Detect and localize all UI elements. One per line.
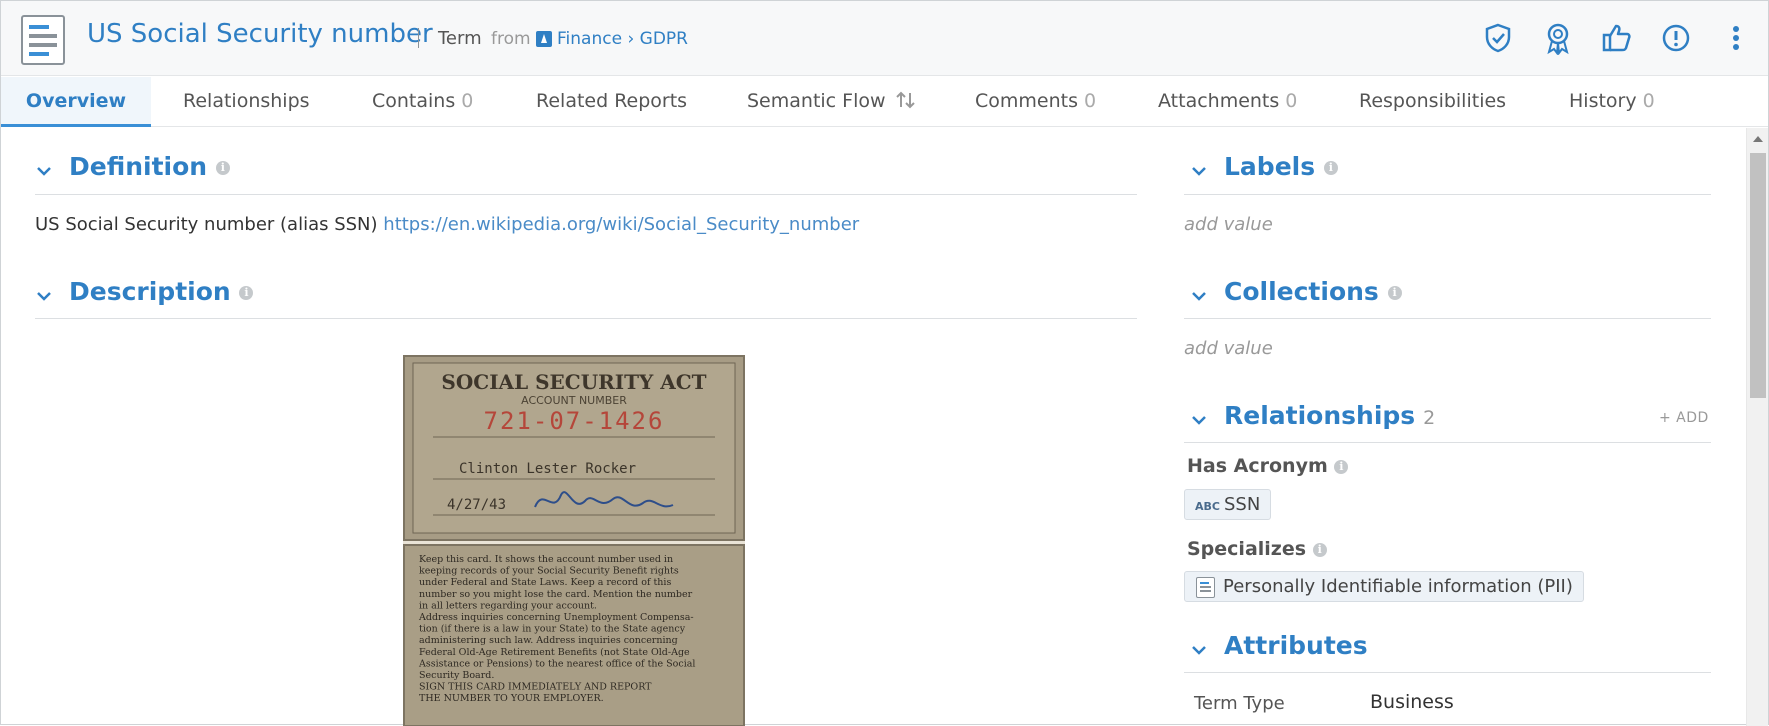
vertical-scrollbar[interactable]	[1746, 128, 1768, 726]
definition-text: US Social Security number (alias SSN) ht…	[35, 214, 860, 235]
main-content: Definition i US Social Security number (…	[1, 128, 1746, 726]
card-number: 721-07-1426	[484, 407, 665, 435]
card-back-line: in all letters regarding your account.	[419, 600, 597, 611]
card-back-line: tion (if there is a law in your State) t…	[419, 624, 686, 635]
tab-bar: Overview Relationships Contains 0 Related…	[1, 77, 1768, 127]
relationships-count: 2	[1423, 407, 1436, 429]
labels-add-value[interactable]: add value	[1184, 214, 1273, 235]
tab-count: 0	[1285, 90, 1298, 112]
award-icon[interactable]	[1541, 21, 1575, 56]
page-title: US Social Security number	[87, 19, 433, 49]
divider	[1184, 442, 1711, 443]
definition-link[interactable]: https://en.wikipedia.org/wiki/Social_Sec…	[383, 214, 859, 235]
acronym-chip[interactable]: ABC SSN	[1184, 489, 1272, 520]
definition-header[interactable]: Definition i	[35, 152, 1135, 192]
card-back-line: SIGN THIS CARD IMMEDIATELY AND REPORT	[419, 682, 652, 693]
tab-attachments[interactable]: Attachments 0	[1158, 77, 1297, 127]
chevron-down-icon	[37, 167, 51, 176]
social-security-card-image: SOCIAL SECURITY ACT ACCOUNT NUMBER 721-0…	[403, 355, 745, 726]
breadcrumb[interactable]: Finance › GDPR	[557, 29, 688, 49]
divider	[1184, 672, 1711, 673]
chevron-down-icon	[1192, 292, 1206, 301]
collections-header[interactable]: Collections i	[1190, 277, 1710, 317]
glossary-icon	[536, 31, 552, 47]
acronym-value: SSN	[1223, 494, 1261, 515]
attribute-value[interactable]: Business	[1370, 691, 1454, 713]
info-icon[interactable]: i	[215, 161, 230, 175]
card-back-line: Federal Old-Age Retirement Benefits (not…	[419, 647, 690, 658]
specializes-chip[interactable]: Personally Identifiable information (PII…	[1184, 571, 1584, 602]
tab-count: 0	[1084, 90, 1097, 112]
tab-relationships[interactable]: Relationships	[183, 77, 310, 127]
acronym-badge-icon: ABC	[1195, 500, 1220, 513]
tab-history[interactable]: History 0	[1569, 77, 1655, 127]
tab-overview[interactable]: Overview	[1, 77, 151, 127]
description-header[interactable]: Description i	[35, 277, 1135, 317]
sort-arrows-icon	[895, 91, 915, 109]
card-back-line: administering such law. Address inquirie…	[419, 635, 678, 646]
card-back-line: keeping records of your Social Security …	[419, 566, 679, 577]
chevron-down-icon	[1192, 416, 1206, 425]
tab-contains[interactable]: Contains 0	[372, 77, 473, 127]
info-icon[interactable]: i	[1323, 161, 1338, 175]
section-title: Collections	[1224, 277, 1379, 306]
alert-icon[interactable]	[1659, 21, 1693, 55]
add-relationship-button[interactable]: + ADD	[1659, 410, 1709, 426]
divider	[1184, 318, 1711, 319]
card-back-line: Assistance or Pensions) to the nearest o…	[418, 658, 695, 669]
section-title: Relationships	[1224, 401, 1416, 430]
card-date: 4/27/43	[447, 497, 506, 513]
divider	[35, 318, 1137, 319]
info-icon[interactable]: i	[1334, 459, 1349, 474]
tab-related-reports[interactable]: Related Reports	[536, 77, 687, 127]
more-vertical-icon[interactable]	[1719, 21, 1753, 55]
app-window: US Social Security number Term from Fina…	[0, 0, 1769, 726]
section-title: Attributes	[1224, 631, 1368, 660]
attribute-key: Term Type	[1194, 693, 1285, 714]
card-back-line: Security Board.	[419, 670, 494, 681]
card-header: SOCIAL SECURITY ACT	[441, 370, 706, 394]
card-back-line: number so you might lose the card. Menti…	[419, 589, 693, 600]
info-icon[interactable]: i	[1312, 542, 1327, 557]
section-title: Definition	[69, 152, 208, 181]
card-back-line: under Federal and State Laws. Keep a rec…	[419, 577, 671, 588]
relationships-header[interactable]: Relationships 2	[1190, 401, 1570, 441]
object-type: Term	[438, 28, 482, 49]
page-header: US Social Security number Term from Fina…	[1, 1, 1768, 76]
divider	[35, 194, 1137, 195]
thumbs-up-icon[interactable]	[1600, 21, 1634, 55]
card-back-line: Address inquiries concerning Unemploymen…	[418, 612, 694, 623]
card-back-line: Keep this card. It shows the account num…	[419, 554, 673, 565]
from-label: from	[491, 29, 531, 49]
tab-count: 0	[1642, 90, 1655, 112]
tab-comments[interactable]: Comments 0	[975, 77, 1096, 127]
info-icon[interactable]: i	[239, 286, 254, 300]
attributes-header[interactable]: Attributes	[1190, 631, 1710, 671]
specializes-label: Specializes i	[1187, 538, 1327, 560]
card-subheader: ACCOUNT NUMBER	[521, 394, 627, 407]
tab-responsibilities[interactable]: Responsibilities	[1359, 77, 1506, 127]
shield-check-icon[interactable]	[1481, 21, 1515, 55]
card-holder-name: Clinton Lester Rocker	[459, 461, 636, 477]
chevron-down-icon	[1192, 646, 1206, 655]
chevron-down-icon	[1192, 167, 1206, 176]
term-icon	[1196, 577, 1215, 598]
scroll-up-arrow-icon[interactable]	[1753, 136, 1763, 142]
section-title: Description	[69, 277, 231, 306]
labels-header[interactable]: Labels i	[1190, 152, 1710, 192]
chevron-down-icon	[37, 292, 51, 301]
has-acronym-label: Has Acronym i	[1187, 455, 1349, 477]
scrollbar-thumb[interactable]	[1750, 153, 1766, 398]
info-icon[interactable]: i	[1387, 286, 1402, 300]
specializes-value: Personally Identifiable information (PII…	[1223, 576, 1573, 597]
term-document-icon	[21, 15, 65, 65]
collections-add-value[interactable]: add value	[1184, 338, 1273, 359]
card-back-line: THE NUMBER TO YOUR EMPLOYER.	[419, 693, 604, 704]
tab-count: 0	[461, 90, 474, 112]
title-divider	[418, 28, 419, 48]
section-title: Labels	[1224, 152, 1316, 181]
divider	[1184, 194, 1711, 195]
tab-semantic-flow[interactable]: Semantic Flow	[747, 77, 917, 127]
